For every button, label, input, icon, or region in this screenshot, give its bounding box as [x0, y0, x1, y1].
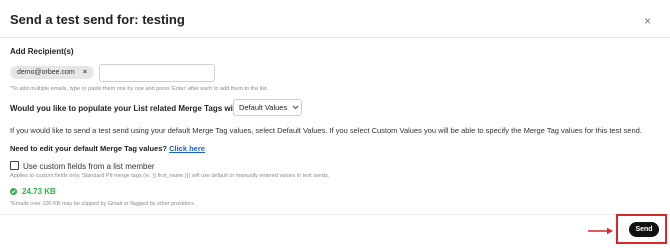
- chevron-down-icon: [292, 100, 299, 121]
- recipient-email-input[interactable]: [99, 64, 215, 82]
- edit-merge-tags-link[interactable]: Click here: [169, 144, 205, 153]
- custom-fields-help-text: Applies to custom fields only. Standard …: [10, 173, 330, 179]
- recipient-chip-email: demo@orbee.com: [17, 69, 75, 76]
- close-icon[interactable]: ×: [644, 15, 651, 27]
- arrow-right-icon: [588, 227, 613, 235]
- merge-tag-selected-value: Default Values: [239, 103, 288, 112]
- email-size-note: *Emails over 100 KB may be clipped by Gm…: [10, 201, 196, 207]
- send-button[interactable]: Send: [629, 222, 659, 237]
- footer-divider: [0, 214, 670, 215]
- check-circle-icon: [10, 188, 17, 195]
- custom-fields-checkbox[interactable]: [10, 161, 19, 170]
- edit-merge-tags-question: Need to edit your default Merge Tag valu…: [10, 144, 167, 153]
- custom-fields-label[interactable]: Use custom fields from a list member: [23, 162, 155, 171]
- recipients-help-text: *To add multiple emails, type or paste t…: [10, 86, 268, 92]
- edit-merge-tags-prompt: Need to edit your default Merge Tag valu…: [10, 144, 205, 153]
- dialog-title: Send a test send for: testing: [10, 12, 185, 27]
- merge-tags-question: Would you like to populate your List rel…: [10, 104, 244, 113]
- merge-tag-values-select[interactable]: Default Values: [233, 99, 302, 116]
- dialog-header: Send a test send for: testing ×: [0, 0, 670, 38]
- remove-recipient-icon[interactable]: ×: [83, 66, 87, 79]
- send-test-dialog: Send a test send for: testing × Add Reci…: [0, 0, 670, 248]
- email-size-value: 24.73 KB: [22, 187, 56, 196]
- recipient-chip: demo@orbee.com ×: [10, 66, 94, 79]
- merge-tags-description: If you would like to send a test send us…: [10, 126, 642, 135]
- add-recipients-label: Add Recipient(s): [10, 47, 74, 56]
